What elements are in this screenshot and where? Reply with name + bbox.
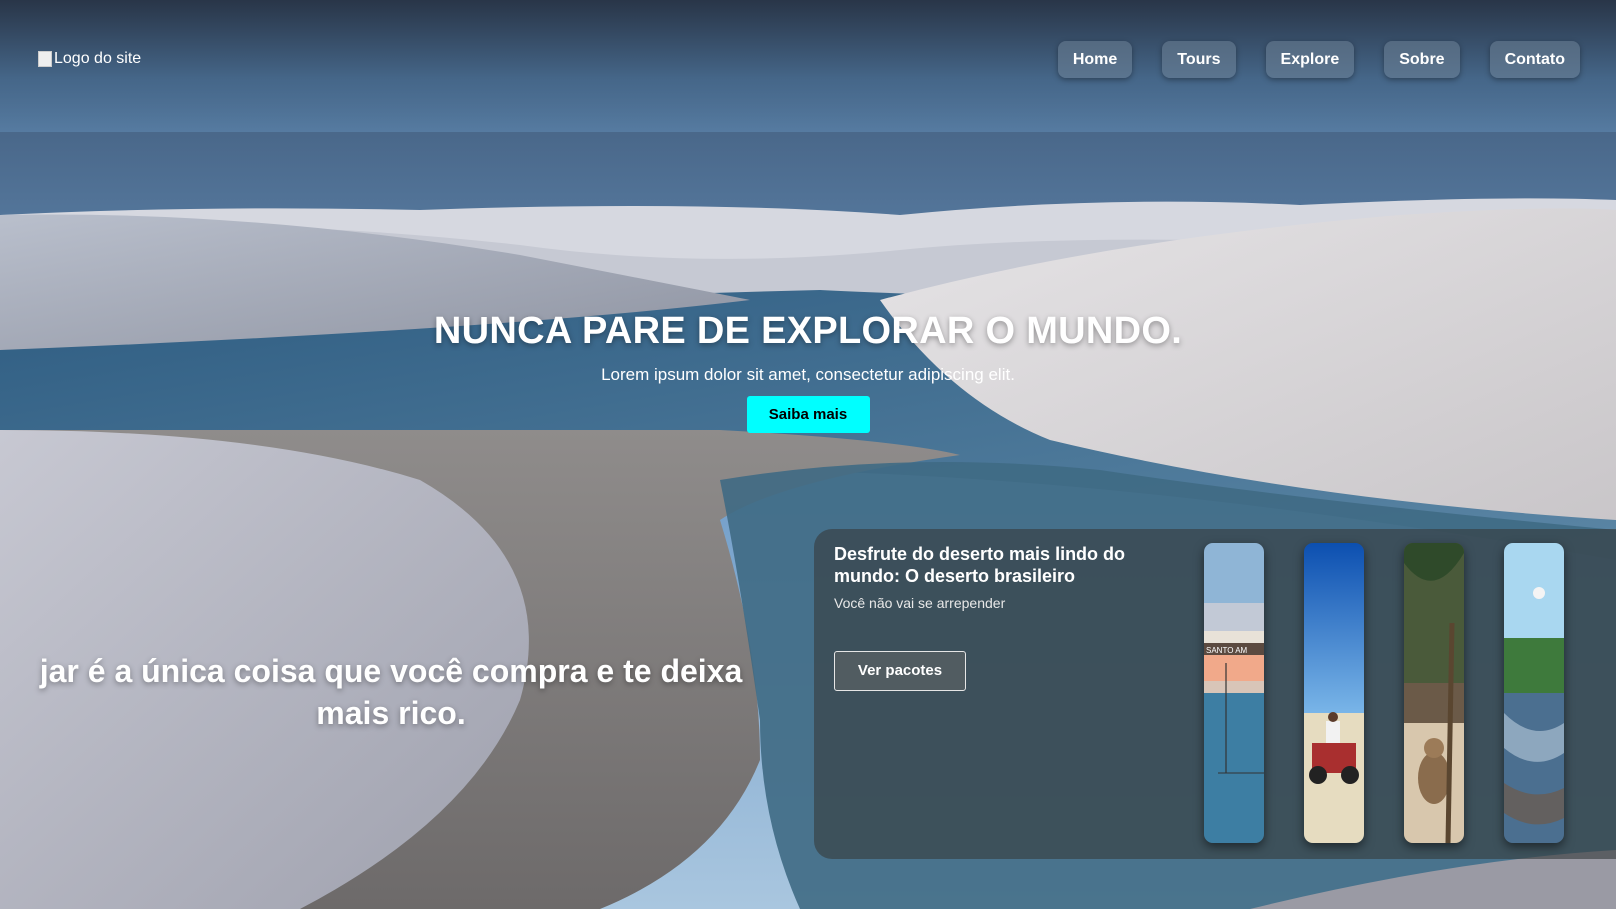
thumb-monkey-photo[interactable] xyxy=(1404,543,1464,843)
card-title: Desfrute do deserto mais lindo do mundo:… xyxy=(834,544,1126,586)
logo-alt-text: Logo do site xyxy=(54,50,142,67)
saiba-mais-button[interactable]: Saiba mais xyxy=(746,396,870,433)
promo-card: Desfrute do deserto mais lindo do mundo:… xyxy=(814,529,1616,859)
thumb-sign-text: SANTO AM xyxy=(1206,646,1248,655)
thumb-river-photo[interactable] xyxy=(1504,543,1564,843)
thumb-quad-photo[interactable] xyxy=(1304,543,1364,843)
site-header: Logo do site Home Tours Explore Sobre Co… xyxy=(0,0,1616,132)
hero-title: NUNCA PARE DE EXPLORAR O MUNDO. xyxy=(433,310,1183,352)
thumb-pier-photo[interactable]: SANTO AM xyxy=(1204,543,1264,843)
site-logo[interactable]: Logo do site xyxy=(38,50,141,68)
nav-contato[interactable]: Contato xyxy=(1489,41,1580,78)
travel-quote: jar é a única coisa que você compra e te… xyxy=(39,653,743,731)
ver-pacotes-button[interactable]: Ver pacotes xyxy=(834,651,966,691)
nav-tours[interactable]: Tours xyxy=(1162,41,1236,78)
main-nav: Home Tours Explore Sobre Contato xyxy=(1057,41,1580,78)
hero-subtitle: Lorem ipsum dolor sit amet, consectetur … xyxy=(601,365,1015,384)
broken-image-icon xyxy=(38,51,52,67)
nav-explore[interactable]: Explore xyxy=(1265,41,1355,78)
nav-home[interactable]: Home xyxy=(1057,41,1133,78)
nav-sobre[interactable]: Sobre xyxy=(1384,41,1460,78)
hero-section: NUNCA PARE DE EXPLORAR O MUNDO. Lorem ip… xyxy=(0,310,1616,433)
card-subtitle: Você não vai se arrepender xyxy=(834,595,1006,611)
